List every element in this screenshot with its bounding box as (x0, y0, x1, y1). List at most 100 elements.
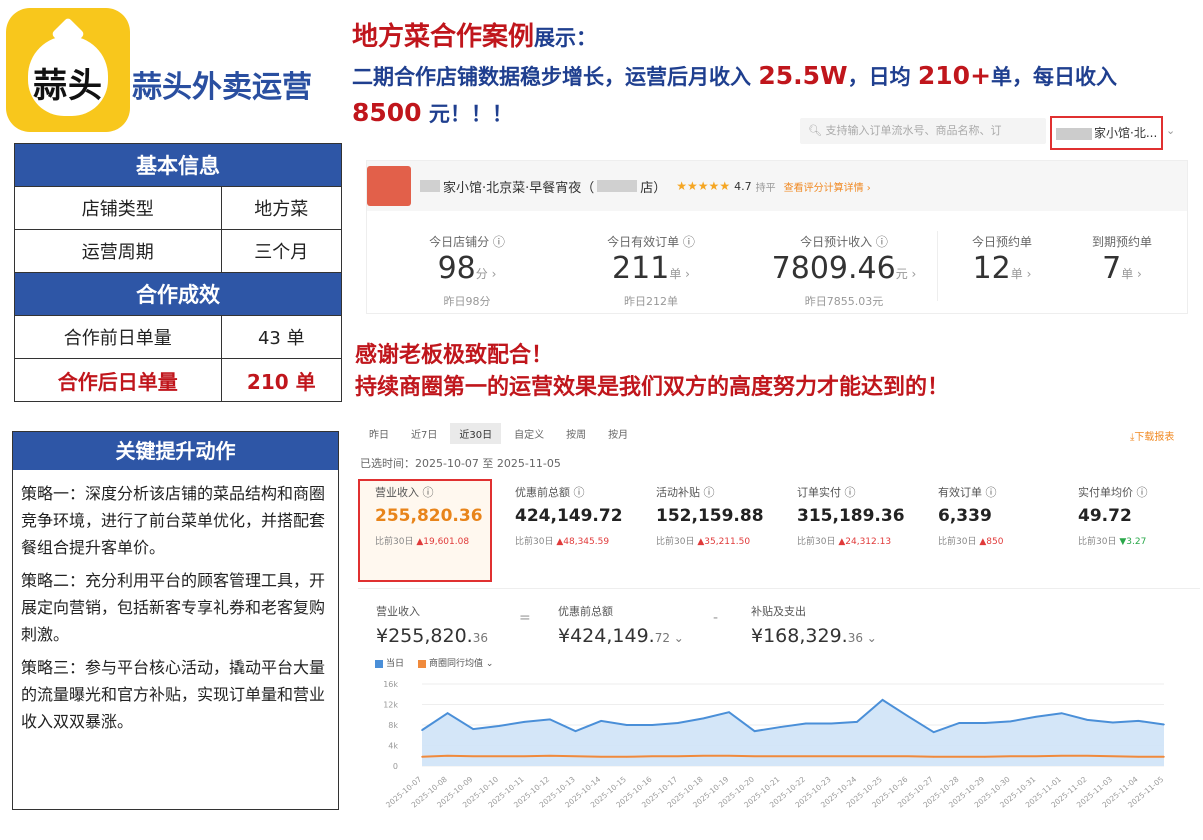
search-input[interactable]: 🔍︎ 支持输入订单流水号、商品名称、订 (800, 118, 1046, 144)
legend-label: 商圈同行均值 ⌄ (429, 659, 494, 669)
kpi-value: 49.72 (1078, 506, 1132, 526)
data-point (779, 726, 782, 728)
store-name: 家小馆·北京菜·早餐宵夜（ (443, 180, 595, 196)
kpi-label: 优惠前总额 ⓘ (515, 486, 585, 499)
kpi-label: 实付单均价 ⓘ (1078, 486, 1148, 499)
metric-store-score[interactable]: 今日店铺分 ⓘ 98分 › 昨日98分 (407, 233, 527, 309)
period-tabs: 昨日 近7日 近30日 自定义 按周 按月 (360, 423, 641, 444)
kpi-compare-label: 比前30日 (938, 537, 977, 547)
revenue-summary: 营业收入 ¥255,820.36 (376, 603, 488, 647)
divider (937, 231, 938, 301)
kpi-card[interactable]: 营业收入 ⓘ 255,820.36 比前30日 ▲19,601.08 (375, 484, 505, 574)
data-point (907, 755, 909, 758)
tab-monthly[interactable]: 按月 (599, 423, 637, 444)
subsidy-label: 补贴及支出 (751, 605, 806, 618)
data-point (600, 755, 602, 758)
data-point (421, 729, 423, 731)
rating-value: 4.7 (734, 179, 752, 193)
rating-detail-link[interactable]: 查看评分计算详情 › (784, 179, 871, 194)
data-point (1009, 720, 1012, 723)
data-point (958, 722, 961, 724)
kpi-compare-label: 比前30日 (515, 537, 554, 547)
metric-valid-orders[interactable]: 今日有效订单 ⓘ 211单 › 昨日212单 (591, 233, 711, 309)
y-tick-label: 8k (388, 721, 398, 730)
row-value: 43 单 (220, 315, 343, 359)
revenue-decimal: 36 (472, 631, 488, 645)
kpi-label: 营业收入 ⓘ (375, 486, 434, 499)
metric-sub: 昨日7855.03元 (804, 295, 884, 308)
store-selector[interactable]: 家小馆·北... (1050, 116, 1163, 150)
store-selector-label: 家小馆·北... (1094, 126, 1158, 140)
kpi-compare-value: ▲35,211.50 (697, 537, 751, 547)
data-point (881, 755, 884, 758)
data-point (804, 722, 807, 725)
subsidy-decimal: 36 ⌄ (847, 631, 877, 645)
y-tick-label: 4k (388, 742, 398, 751)
tab-weekly[interactable]: 按周 (557, 423, 595, 444)
data-point (881, 699, 884, 701)
data-point (1137, 720, 1140, 722)
tab-7days[interactable]: 近7日 (402, 423, 446, 444)
table-row: 合作前日单量 43 单 (14, 315, 343, 359)
kpi-compare-label: 比前30日 (656, 537, 695, 547)
metric-reservations[interactable]: 今日预约单 12单 › (947, 233, 1057, 293)
subsidy-value[interactable]: ¥168,329.36 ⌄ (751, 625, 877, 647)
blurred-text (597, 180, 638, 192)
table-row: 店铺类型 地方菜 (14, 186, 343, 230)
kpi-card[interactable]: 优惠前总额 ⓘ 424,149.72 比前30日 ▲48,345.59 (515, 484, 645, 574)
revenue-value: ¥255,820.36 (376, 625, 488, 647)
metric-value: 12单 › (947, 250, 1057, 293)
kpi-value: 152,159.88 (656, 506, 764, 526)
chevron-down-icon[interactable]: ⌄ (1166, 124, 1175, 137)
pre-discount-value[interactable]: ¥424,149.72 ⌄ (558, 625, 684, 647)
data-point (497, 725, 500, 727)
strategy-item: 策略三：参与平台核心活动，撬动平台大量的流量曝光和官方补贴，实现订单量和营业收入… (21, 658, 326, 731)
data-point (753, 730, 756, 732)
kpi-compare-label: 比前30日 (797, 537, 836, 547)
legend-label: 当日 (386, 659, 405, 669)
pre-discount-summary: 优惠前总额 ¥424,149.72 ⌄ (558, 603, 684, 647)
tab-yesterday[interactable]: 昨日 (360, 423, 398, 444)
data-point (856, 755, 858, 758)
revenue-trend-chart: 04k8k12k16k2025-10-072025-10-082025-10-0… (383, 680, 1165, 810)
metric-label: 今日有效订单 ⓘ (607, 235, 695, 249)
thanks-note: 感谢老板极致配合！ 持续商圈第一的运营效果是我们双方的高度努力才能达到的！ (355, 340, 949, 404)
table-row: 运营周期 三个月 (14, 229, 343, 273)
metric-label: 今日预计收入 ⓘ (800, 235, 888, 249)
kpi-card[interactable]: 活动补贴 ⓘ 152,159.88 比前30日 ▲35,211.50 (656, 484, 786, 574)
kpi-label: 订单实付 ⓘ (797, 486, 856, 499)
row-key: 店铺类型 (14, 186, 222, 230)
subsidy-main: ¥168,329. (751, 625, 848, 647)
thanks-line: 感谢老板极致配合！ (355, 343, 554, 368)
pre-discount-main: ¥424,149. (558, 625, 655, 647)
title-main: 地方菜合作案例 (352, 22, 535, 52)
row-key: 合作后日单量 (14, 358, 222, 402)
download-label: 下载报表 (1134, 432, 1175, 443)
metric-label: 今日预约单 (971, 235, 1032, 249)
metric-expected-income[interactable]: 今日预计收入 ⓘ 7809.46元 › 昨日7855.03元 (759, 233, 929, 309)
kpi-card[interactable]: 有效订单 ⓘ 6,339 比前30日 ▲850 (938, 484, 1068, 574)
search-placeholder: 支持输入订单流水号、商品名称、订 (825, 124, 1002, 137)
legend-item-peer-avg[interactable]: 商圈同行均值 ⌄ (418, 656, 493, 669)
data-point (574, 730, 577, 732)
kpi-compare: 比前30日 ▼3.27 (1078, 534, 1203, 547)
rating-level: 持平 (755, 182, 776, 194)
data-point (830, 722, 833, 725)
legend-item-daily[interactable]: 当日 (375, 656, 404, 669)
metric-due-reservations[interactable]: 到期预约单 7单 › (1067, 233, 1177, 293)
thanks-line: 持续商圈第一的运营效果是我们双方的高度努力才能达到的！ (355, 375, 950, 400)
kpi-card[interactable]: 订单实付 ⓘ 315,189.36 比前30日 ▲24,312.13 (797, 484, 927, 574)
data-point (1035, 755, 1037, 758)
data-point (779, 755, 782, 758)
data-point (1009, 755, 1012, 758)
tab-30days[interactable]: 近30日 (450, 423, 502, 444)
tab-custom[interactable]: 自定义 (505, 423, 553, 444)
kpi-compare-value: ▲24,312.13 (838, 537, 892, 547)
data-point (523, 721, 526, 723)
kpi-card[interactable]: 实付单均价 ⓘ 49.72 比前30日 ▼3.27 (1078, 484, 1203, 574)
data-point (549, 718, 551, 721)
data-point (1035, 716, 1037, 718)
download-report-button[interactable]: ⤓下载报表 (1130, 428, 1174, 443)
kpi-compare: 比前30日 ▲35,211.50 (656, 534, 786, 547)
date-range: 已选时间：2025-10-07 至 2025-11-05 (360, 457, 561, 470)
